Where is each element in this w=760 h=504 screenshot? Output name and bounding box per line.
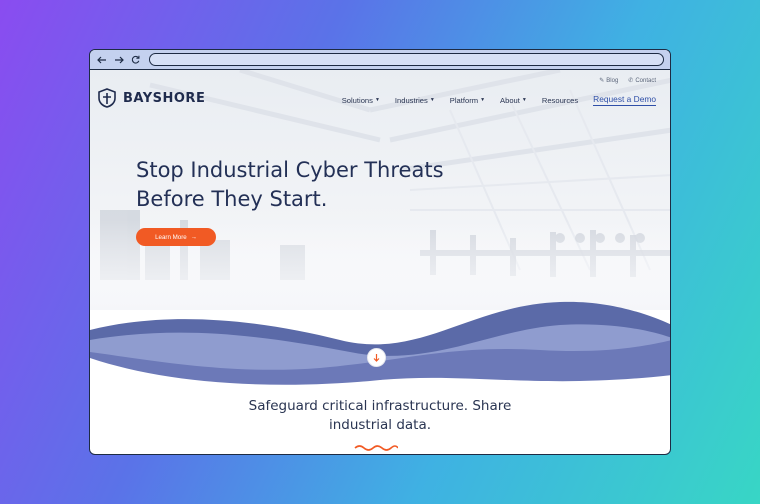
nav-about[interactable]: About ▼ [500, 96, 527, 105]
nav-label: Solutions [341, 95, 373, 105]
reload-icon[interactable] [130, 54, 141, 65]
utility-links: ✎ Blog ✆ Contact [599, 77, 656, 85]
request-demo-link[interactable]: Request a Demo [593, 94, 656, 106]
arrow-down-icon [373, 354, 380, 362]
contact-link[interactable]: ✆ Contact [628, 77, 656, 85]
section-tagline: Safeguard critical infrastructure. Share… [90, 397, 670, 435]
shield-icon [98, 88, 116, 108]
arrow-right-icon: → [190, 233, 197, 241]
headline-line-2: Before They Start. [136, 187, 328, 211]
learn-more-label: Learn More [155, 233, 187, 241]
chevron-down-icon: ▼ [521, 97, 527, 103]
chevron-down-icon: ▼ [480, 97, 486, 103]
blog-label: Blog [606, 77, 619, 84]
scroll-down-button[interactable] [367, 348, 386, 367]
nav-label: About [500, 95, 520, 105]
squiggle-divider [354, 445, 398, 451]
nav-solutions[interactable]: Solutions ▼ [342, 96, 380, 105]
headline-line-1: Stop Industrial Cyber Threats [136, 158, 444, 182]
learn-more-button[interactable]: Learn More → [136, 228, 216, 246]
nav-label: Resources [541, 95, 579, 105]
chevron-down-icon: ▼ [374, 97, 380, 103]
tagline-line-1: Safeguard critical infrastructure. Share [248, 398, 512, 414]
main-nav: Solutions ▼ Industries ▼ Platform ▼ About ▼ … [342, 94, 656, 106]
phone-icon: ✆ [628, 78, 634, 84]
tagline-line-2: industrial data. [328, 417, 432, 433]
arrow-left-icon[interactable] [96, 54, 107, 65]
nav-resources[interactable]: Resources [542, 96, 578, 105]
nav-platform[interactable]: Platform ▼ [450, 96, 485, 105]
hero-headline: Stop Industrial Cyber Threats Before The… [136, 156, 496, 214]
nav-label: Platform [449, 95, 479, 105]
wave-decoration [90, 301, 670, 390]
blog-link[interactable]: ✎ Blog [599, 77, 619, 85]
contact-label: Contact [635, 77, 656, 84]
brand-name: BAYSHORE [123, 90, 206, 106]
brand-logo[interactable]: BAYSHORE [98, 88, 205, 108]
nav-label: Industries [394, 95, 428, 105]
browser-window: ✎ Blog ✆ Contact BAYSHORE Solutions ▼ Ind… [89, 49, 671, 455]
address-bar[interactable] [149, 53, 664, 66]
browser-toolbar [90, 50, 670, 70]
nav-industries[interactable]: Industries ▼ [395, 96, 435, 105]
chevron-down-icon: ▼ [429, 97, 435, 103]
arrow-right-icon[interactable] [113, 54, 124, 65]
web-page: ✎ Blog ✆ Contact BAYSHORE Solutions ▼ Ind… [90, 70, 670, 454]
blog-icon: ✎ [599, 78, 605, 84]
